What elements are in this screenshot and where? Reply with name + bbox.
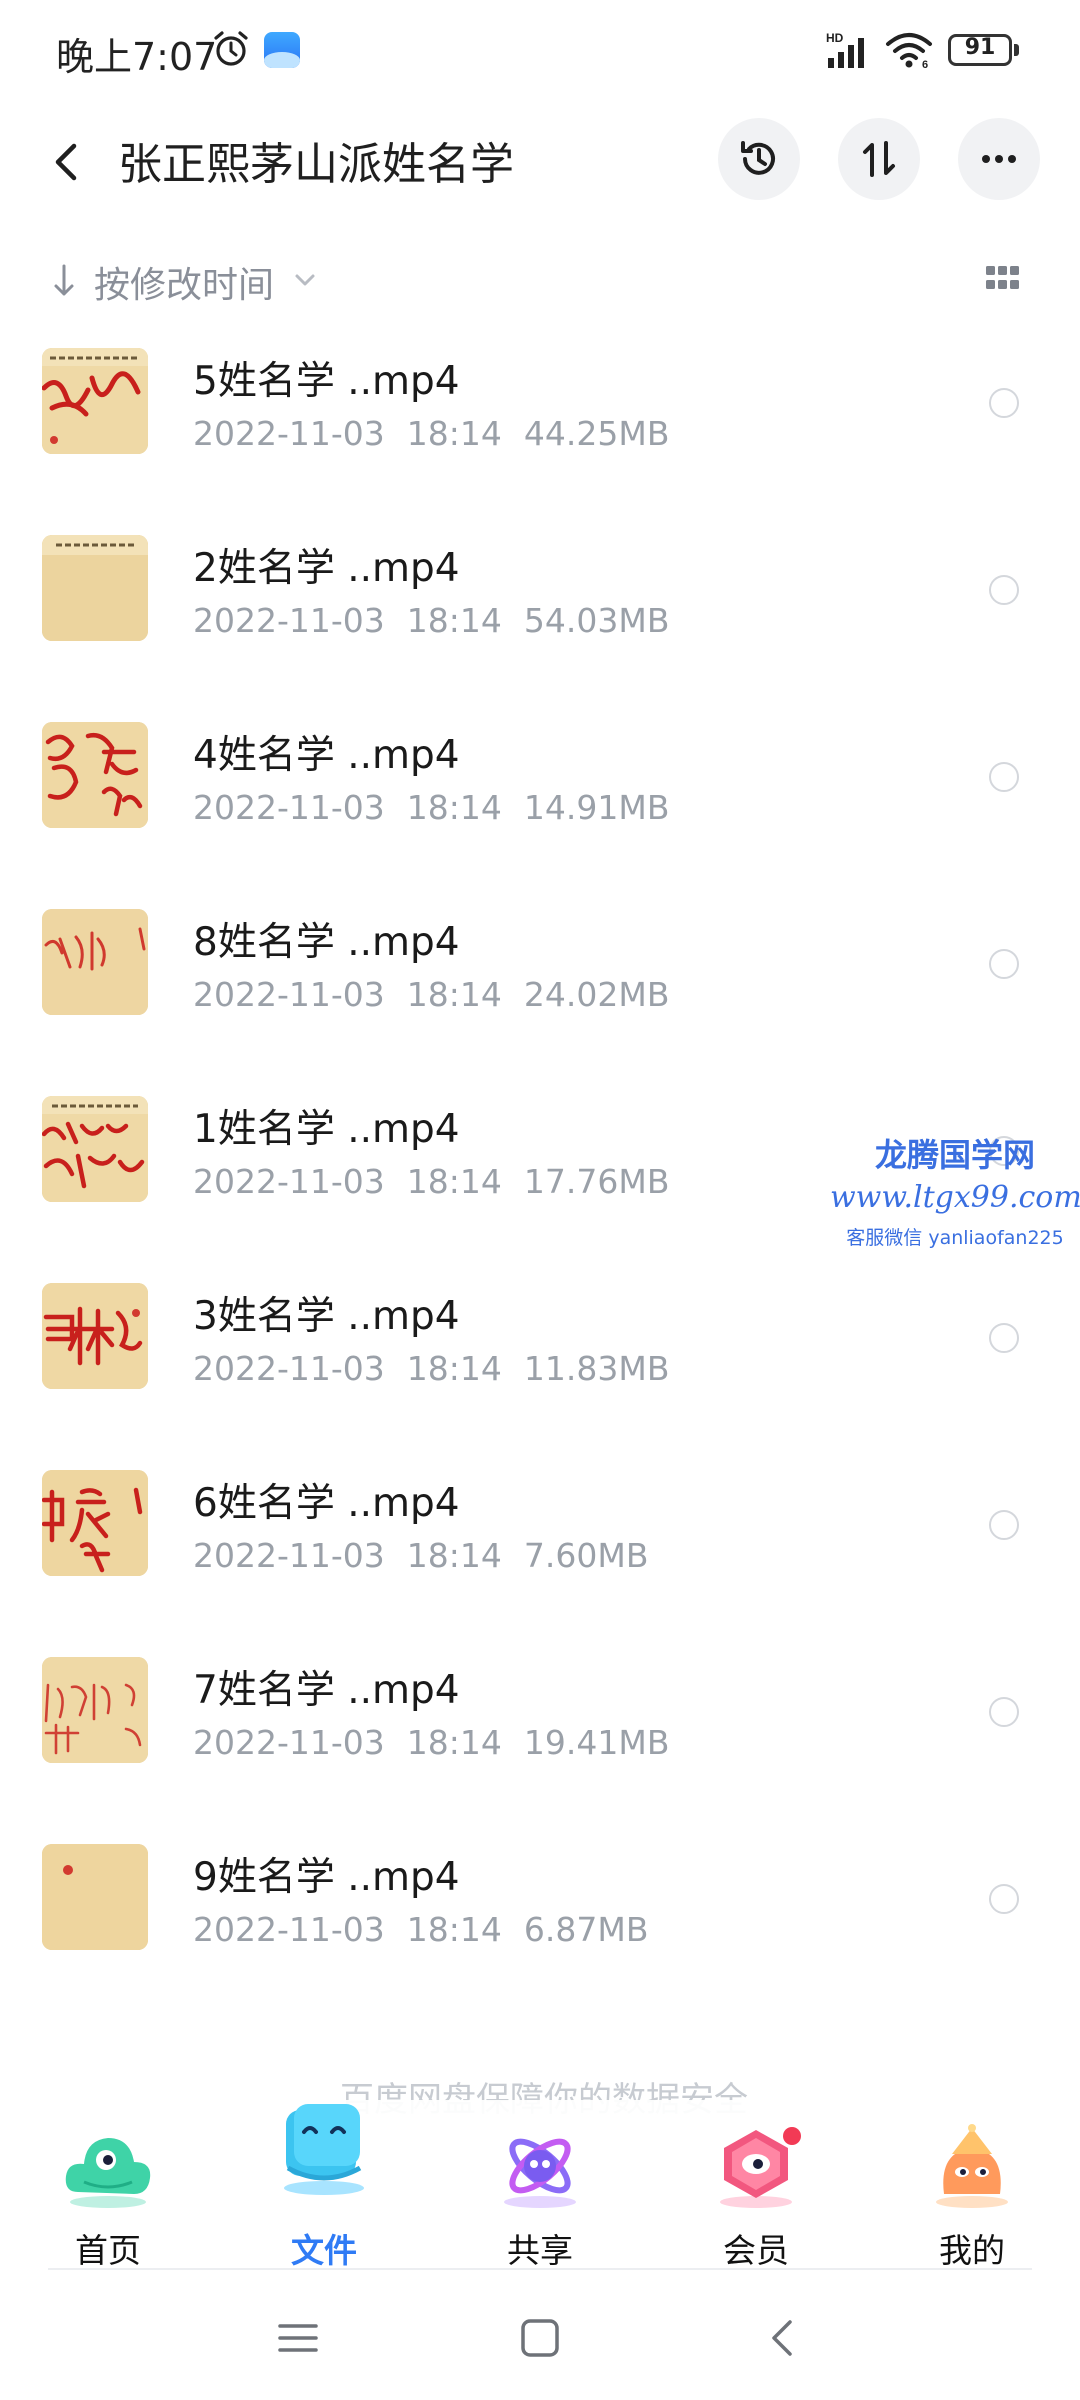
nav-divider (48, 2268, 1032, 2270)
nav-label: 文件 (291, 2231, 357, 2270)
file-name: 5姓名学 ..mp4 (193, 359, 460, 404)
back-icon[interactable] (760, 2314, 808, 2362)
select-checkbox[interactable] (989, 762, 1019, 792)
file-name: 4姓名学 ..mp4 (193, 733, 460, 778)
nav-label: 会员 (723, 2231, 789, 2270)
file-row[interactable]: 9姓名学 ..mp4 2022-11-03 18:14 6.87MB (0, 1826, 1080, 2013)
file-row[interactable]: 8姓名学 ..mp4 2022-11-03 18:14 24.02MB (0, 891, 1080, 1078)
svg-text:6: 6 (922, 59, 928, 70)
video-thumbnail (42, 909, 148, 1015)
nav-item-files[interactable]: 文件 (216, 2100, 432, 2270)
video-thumbnail (42, 1470, 148, 1576)
nav-label: 我的 (939, 2231, 1005, 2270)
alarm-icon (214, 31, 248, 66)
share-icon (504, 2138, 576, 2208)
home-cloud-icon (65, 2138, 151, 2208)
file-meta: 2022-11-03 18:14 14.91MB (193, 788, 670, 827)
file-row[interactable]: 3姓名学 ..mp4 2022-11-03 18:14 11.83MB (0, 1265, 1080, 1452)
chevron-down-icon[interactable] (292, 270, 318, 290)
network-type: HD (826, 31, 844, 45)
battery-icon: 91 (948, 34, 1020, 66)
profile-icon (936, 2124, 1008, 2208)
battery-level: 91 (964, 35, 996, 60)
page-title: 张正熙茅山派姓名学 (118, 139, 514, 190)
files-icon (284, 2104, 364, 2195)
file-name: 8姓名学 ..mp4 (193, 920, 460, 965)
select-checkbox[interactable] (989, 575, 1019, 605)
nav-item-member[interactable]: 会员 (648, 2100, 864, 2270)
nav-label: 共享 (507, 2231, 573, 2270)
video-thumbnail (42, 1844, 148, 1950)
select-checkbox[interactable] (989, 1884, 1019, 1914)
file-row[interactable]: 7姓名学 ..mp4 2022-11-03 18:14 19.41MB (0, 1639, 1080, 1826)
file-name: 6姓名学 ..mp4 (193, 1481, 460, 1526)
file-meta: 2022-11-03 18:14 17.76MB (193, 1162, 670, 1201)
sort-bar: 按修改时间 (0, 248, 1080, 312)
app-badge-icon (264, 32, 300, 68)
header: 张正熙茅山派姓名学 (0, 110, 1080, 230)
system-nav (0, 2280, 1080, 2400)
watermark-contact: 客服微信 yanliaofan225 (846, 1227, 1064, 1249)
file-meta: 2022-11-03 18:14 54.03MB (193, 601, 670, 640)
watermark: 龙腾国学网 www.ltgx99.com 客服微信 yanliaofan225 (830, 1130, 1080, 1250)
member-icon (720, 2127, 801, 2208)
select-checkbox[interactable] (989, 1323, 1019, 1353)
select-checkbox[interactable] (989, 949, 1019, 979)
select-checkbox[interactable] (989, 1697, 1019, 1727)
watermark-title: 龙腾国学网 (874, 1136, 1035, 1174)
signal-icon: HD (826, 31, 864, 68)
nav-item-share[interactable]: 共享 (432, 2100, 648, 2270)
bottom-nav: 首页 文件 共享 会员 我的 (0, 2100, 1080, 2270)
video-thumbnail (42, 1096, 148, 1202)
file-meta: 2022-11-03 18:14 6.87MB (193, 1910, 649, 1949)
nav-item-home[interactable]: 首页 (0, 2100, 216, 2270)
sort-toggle-button[interactable] (838, 118, 920, 200)
file-row[interactable]: 2姓名学 ..mp4 2022-11-03 18:14 54.03MB (0, 517, 1080, 704)
sort-label[interactable]: 按修改时间 (94, 256, 274, 308)
file-meta: 2022-11-03 18:14 44.25MB (193, 414, 670, 453)
file-meta: 2022-11-03 18:14 19.41MB (193, 1723, 670, 1762)
more-button[interactable] (958, 118, 1040, 200)
sort-direction-icon[interactable] (50, 262, 78, 298)
wifi-icon: 6 (886, 33, 932, 70)
grid-view-icon[interactable] (986, 266, 1020, 292)
sort-toggle-icon (863, 141, 895, 177)
status-bar: 晚上7:07 HD 6 91 (0, 0, 1080, 100)
menu-icon[interactable] (274, 2314, 322, 2362)
video-thumbnail (42, 348, 148, 454)
file-name: 7姓名学 ..mp4 (193, 1668, 460, 1713)
back-arrow-icon[interactable] (40, 134, 96, 190)
video-thumbnail (42, 722, 148, 828)
file-row[interactable]: 5姓名学 ..mp4 2022-11-03 18:14 44.25MB (0, 330, 1080, 517)
more-icon (982, 155, 1016, 163)
status-time: 晚上7:07 (56, 35, 218, 79)
file-row[interactable]: 4姓名学 ..mp4 2022-11-03 18:14 14.91MB (0, 704, 1080, 891)
file-meta: 2022-11-03 18:14 11.83MB (193, 1349, 670, 1388)
select-checkbox[interactable] (989, 388, 1019, 418)
file-meta: 2022-11-03 18:14 7.60MB (193, 1536, 649, 1575)
history-icon (741, 141, 775, 175)
history-button[interactable] (718, 118, 800, 200)
video-thumbnail (42, 1657, 148, 1763)
file-name: 2姓名学 ..mp4 (193, 546, 460, 591)
file-name: 3姓名学 ..mp4 (193, 1294, 460, 1339)
file-row[interactable]: 6姓名学 ..mp4 2022-11-03 18:14 7.60MB (0, 1452, 1080, 1639)
file-name: 9姓名学 ..mp4 (193, 1855, 460, 1900)
nav-item-profile[interactable]: 我的 (864, 2100, 1080, 2270)
watermark-url: www.ltgx99.com (830, 1180, 1080, 1215)
file-meta: 2022-11-03 18:14 24.02MB (193, 975, 670, 1014)
file-name: 1姓名学 ..mp4 (193, 1107, 460, 1152)
video-thumbnail (42, 535, 148, 641)
home-icon[interactable] (516, 2314, 564, 2362)
video-thumbnail (42, 1283, 148, 1389)
nav-label: 首页 (75, 2231, 141, 2270)
select-checkbox[interactable] (989, 1510, 1019, 1540)
